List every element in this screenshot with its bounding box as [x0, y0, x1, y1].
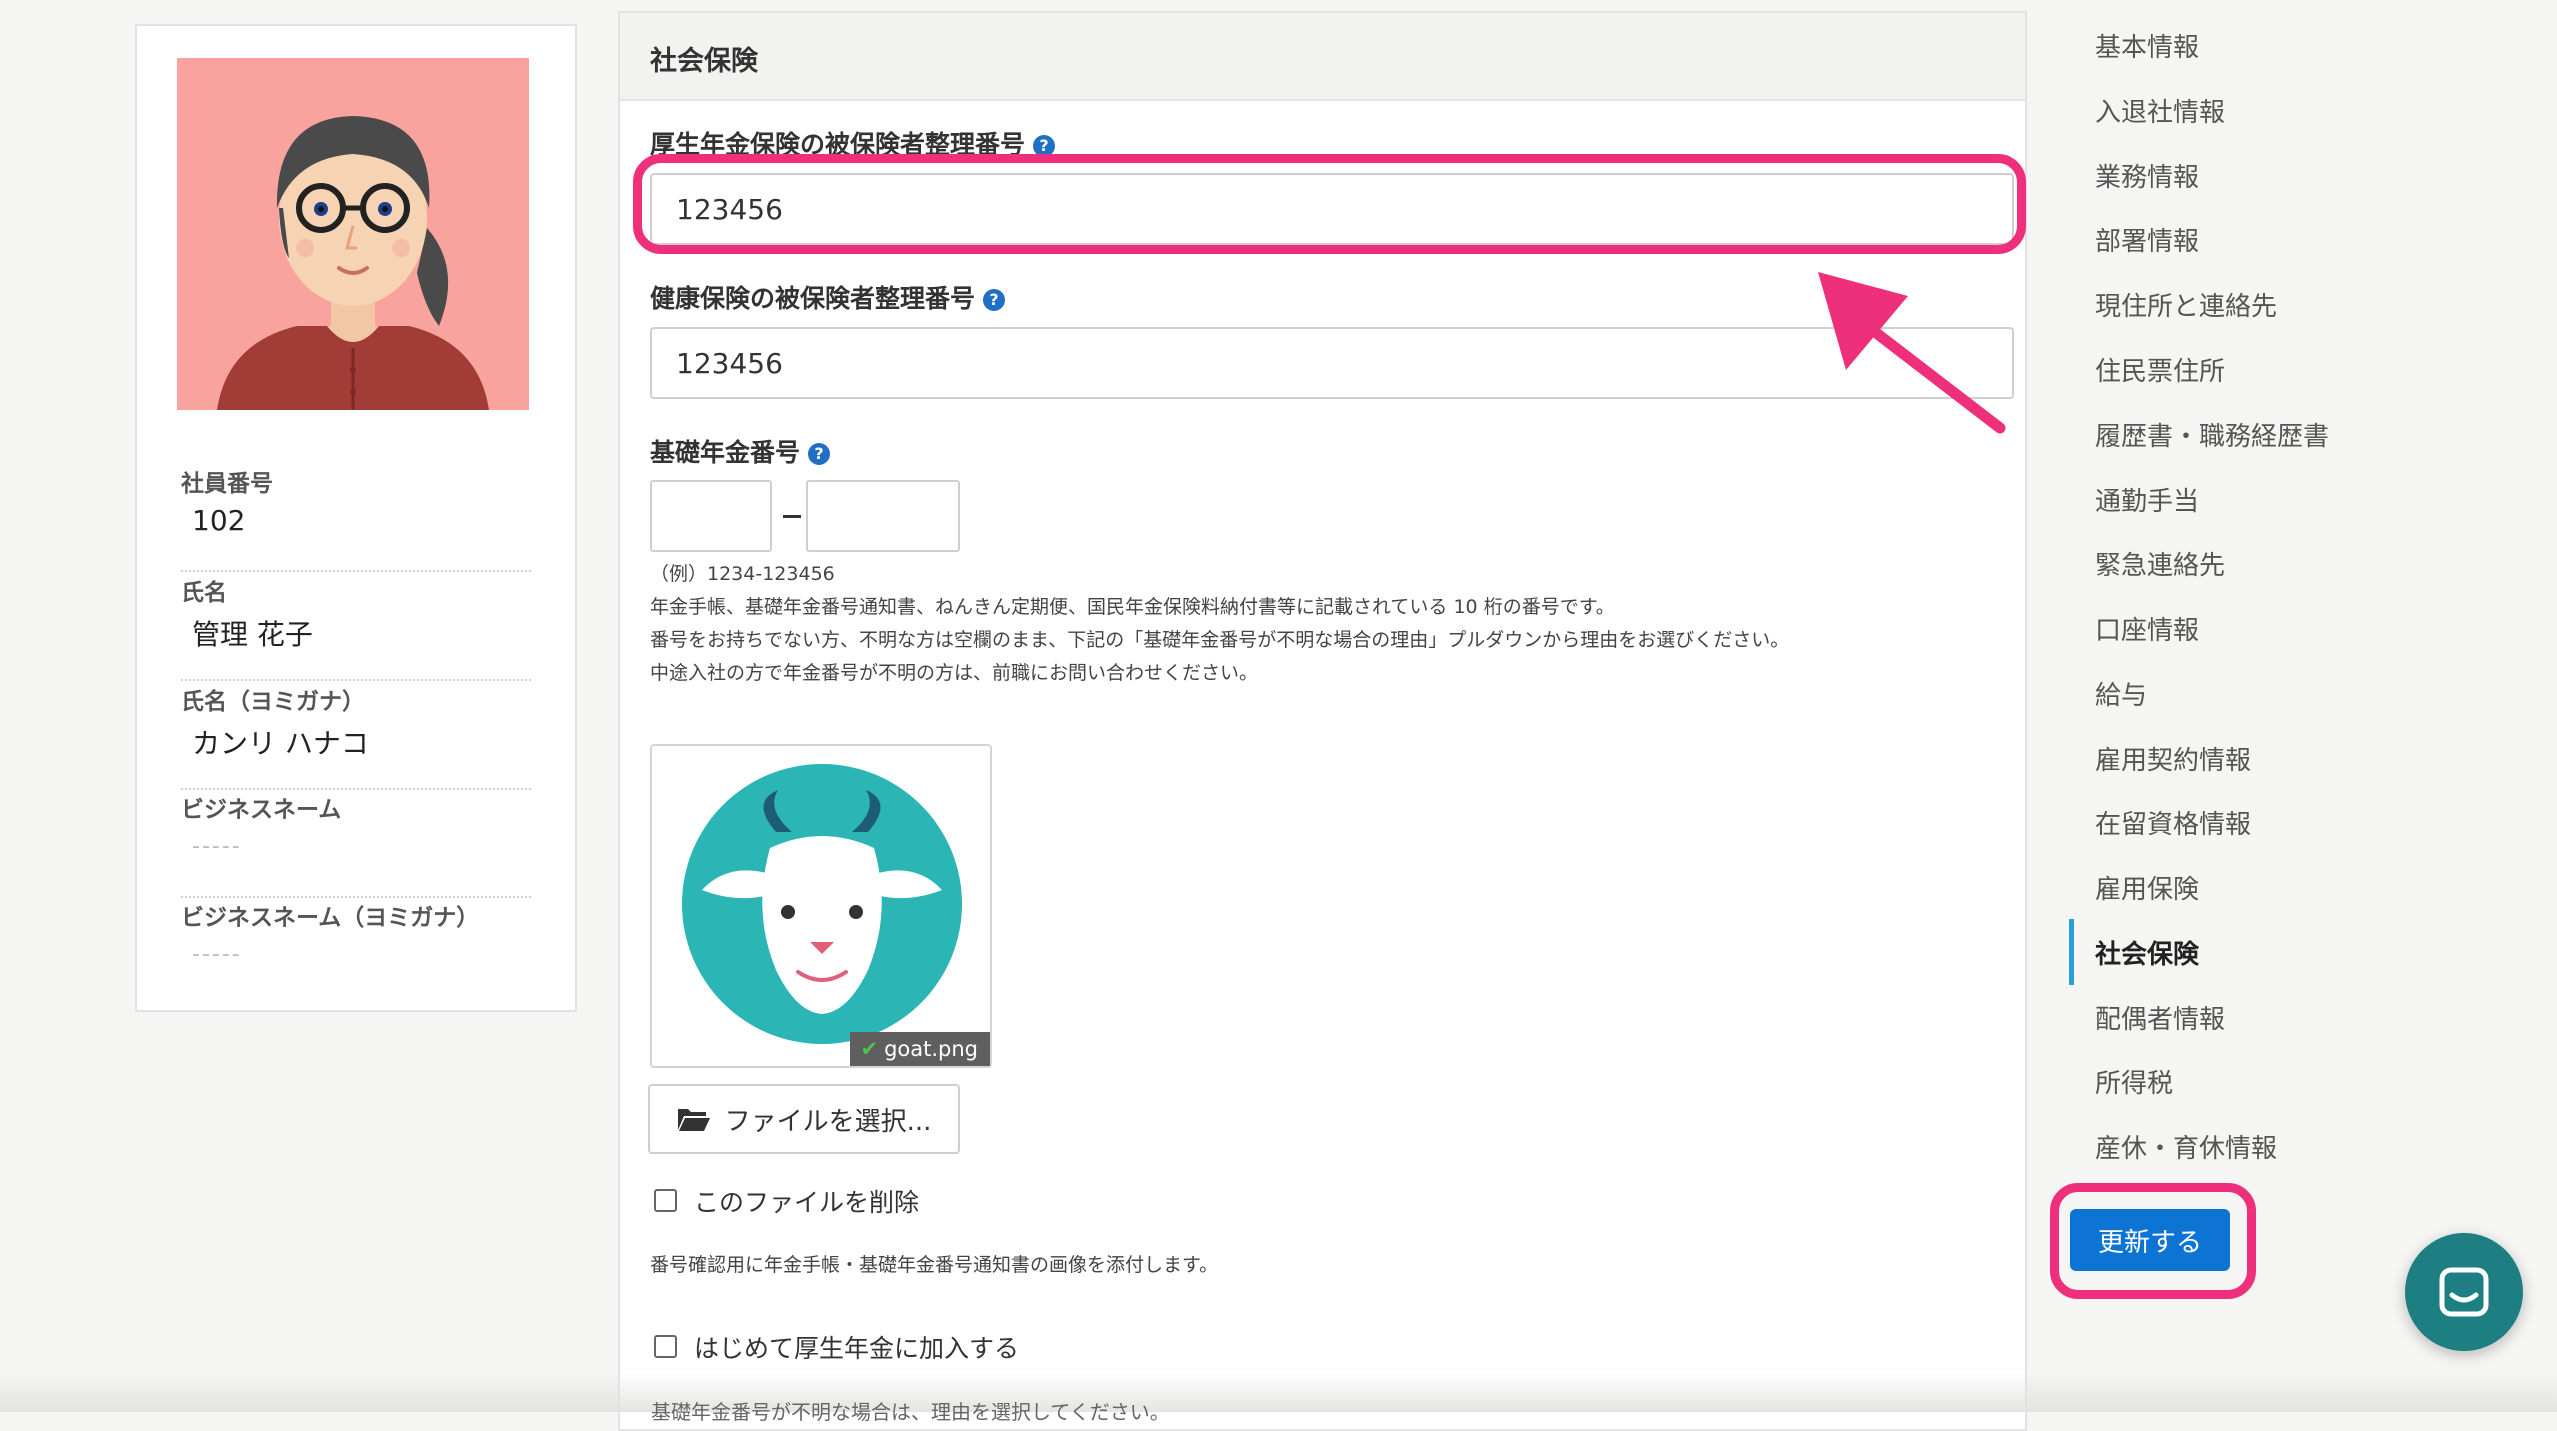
question-circle-icon[interactable]: ? [983, 289, 1006, 311]
field-employee-number: 社員番号 102 [181, 464, 531, 572]
nav-item-entry-exit[interactable]: 入退社情報 [2095, 92, 2225, 129]
chat-icon [2439, 1267, 2489, 1317]
panel-title: 社会保険 [650, 46, 758, 77]
field-business-name-kana: ビジネスネーム（ヨミガナ） ----- [181, 898, 531, 1004]
name-value: 管理 花子 [192, 618, 313, 651]
health-insurance-label-text: 健康保険の被保険者整理番号 [650, 284, 976, 313]
basic-pension-note-1: 年金手帳、基礎年金番号通知書、ねんきん定期便、国民年金保険料納付書等に記載されて… [650, 596, 1615, 618]
basic-pension-label: 基礎年金番号? [650, 433, 831, 469]
name-kana-label: 氏名（ヨミガナ） [181, 689, 365, 715]
nav-item-residence-status[interactable]: 在留資格情報 [2095, 804, 2251, 841]
basic-pension-note-3: 中途入社の方で年金番号が不明の方は、前職にお問い合わせください。 [650, 662, 1259, 684]
attachment-hint: 番号確認用に年金手帳・基礎年金番号通知書の画像を添付します。 [650, 1254, 1219, 1276]
choose-file-button[interactable]: ファイルを選択... [648, 1084, 960, 1154]
panel-header: 社会保険 [620, 13, 2025, 101]
nav-item-resume[interactable]: 履歴書・職務経歴書 [2095, 416, 2329, 453]
file-name-badge: ✔ goat.png [850, 1032, 990, 1066]
nav-item-address-contact[interactable]: 現住所と連絡先 [2095, 286, 2277, 323]
nav-item-department[interactable]: 部署情報 [2095, 221, 2199, 258]
employee-number-value: 102 [192, 504, 246, 537]
delete-file-label[interactable]: このファイルを削除 [694, 1183, 919, 1219]
file-name: goat.png [884, 1037, 978, 1061]
hyphen-separator [783, 515, 801, 518]
active-nav-indicator [2069, 919, 2074, 985]
basic-pension-part2-input[interactable] [806, 480, 960, 552]
nav-item-commute-allowance[interactable]: 通勤手当 [2095, 481, 2199, 518]
question-circle-icon[interactable]: ? [808, 443, 831, 465]
field-name: 氏名 管理 花子 [181, 573, 531, 681]
first-enroll-label[interactable]: はじめて厚生年金に加入する [694, 1329, 1019, 1365]
goat-logo-image [682, 764, 962, 1044]
chat-widget-button[interactable] [2405, 1233, 2523, 1351]
employee-number-label: 社員番号 [181, 471, 273, 497]
nav-item-spouse-info[interactable]: 配偶者情報 [2095, 999, 2225, 1036]
basic-pension-part1-input[interactable] [650, 480, 772, 552]
nav-item-emergency-contact[interactable]: 緊急連絡先 [2095, 545, 2225, 582]
bottom-fade [0, 1372, 2557, 1412]
update-highlight-outline [2050, 1183, 2256, 1299]
business-name-value: ----- [192, 834, 242, 859]
nav-item-salary[interactable]: 給与 [2095, 675, 2147, 712]
business-name-kana-label: ビジネスネーム（ヨミガナ） [181, 905, 480, 931]
nav-item-social-insurance[interactable]: 社会保険 [2095, 934, 2199, 971]
profile-card: 社員番号 102 氏名 管理 花子 氏名（ヨミガナ） カンリ ハナコ ビジネスネ… [135, 24, 577, 1012]
field-name-kana: 氏名（ヨミガナ） カンリ ハナコ [181, 682, 531, 790]
attached-file-preview[interactable]: ✔ goat.png [650, 744, 992, 1068]
employee-avatar [177, 58, 529, 410]
delete-file-checkbox[interactable] [654, 1189, 677, 1212]
nav-item-resident-address[interactable]: 住民票住所 [2095, 351, 2225, 388]
business-name-kana-value: ----- [192, 942, 242, 967]
nav-item-employment-insurance[interactable]: 雇用保険 [2095, 869, 2199, 906]
health-insurance-label: 健康保険の被保険者整理番号? [650, 279, 1006, 315]
nav-item-maternity-leave[interactable]: 産休・育休情報 [2095, 1128, 2277, 1165]
basic-pension-example: （例）1234-123456 [650, 563, 835, 585]
pointer-arrow-icon [1818, 272, 2006, 434]
nav-item-bank-account[interactable]: 口座情報 [2095, 610, 2199, 647]
basic-pension-label-text: 基礎年金番号 [650, 438, 801, 467]
nav-item-employment-contract[interactable]: 雇用契約情報 [2095, 740, 2251, 777]
choose-file-label: ファイルを選択... [724, 1106, 932, 1137]
cut-off-text: 基礎年金番号が不明な場合は、理由を選択してください。 [651, 1400, 1170, 1424]
first-enroll-checkbox[interactable] [654, 1335, 677, 1358]
nav-item-work-info[interactable]: 業務情報 [2095, 157, 2199, 194]
basic-pension-note-2: 番号をお持ちでない方、不明な方は空欄のまま、下記の「基礎年金番号が不明な場合の理… [650, 629, 1790, 651]
business-name-label: ビジネスネーム [181, 797, 342, 823]
name-kana-value: カンリ ハナコ [192, 727, 369, 760]
input-highlight-outline [633, 154, 2026, 254]
nav-item-income-tax[interactable]: 所得税 [2095, 1063, 2173, 1100]
name-label: 氏名 [181, 580, 227, 606]
folder-open-icon [677, 1109, 710, 1131]
nav-item-basic-info[interactable]: 基本情報 [2095, 27, 2199, 64]
check-icon: ✔ [860, 1037, 879, 1061]
field-business-name: ビジネスネーム ----- [181, 790, 531, 898]
